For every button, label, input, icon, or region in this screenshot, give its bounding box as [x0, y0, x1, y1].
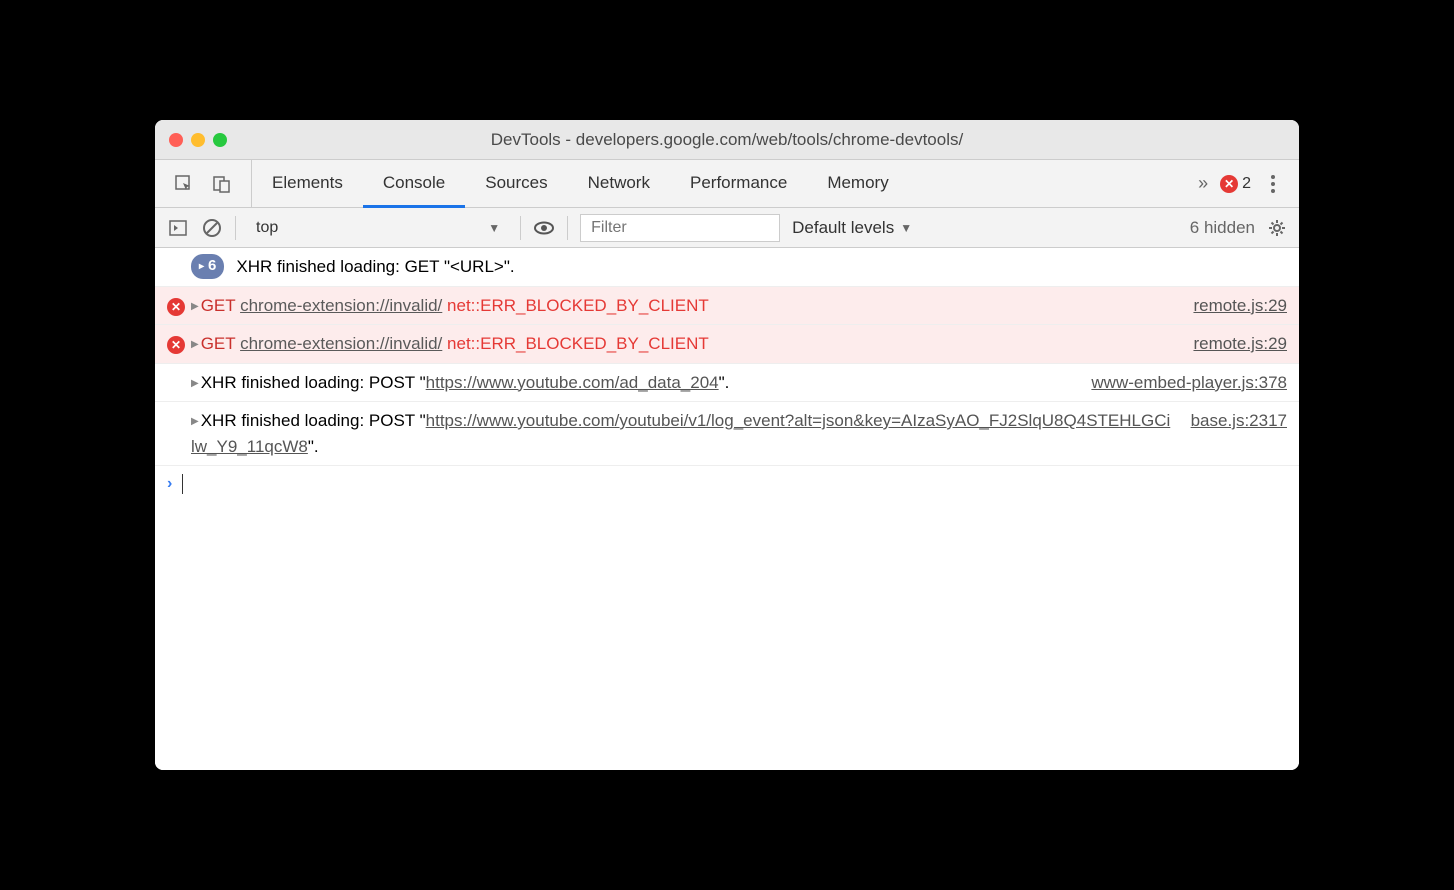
error-url: chrome-extension://invalid/ [240, 334, 442, 353]
live-expression-icon[interactable] [533, 217, 555, 239]
tabs-bar: Elements Console Sources Network Perform… [155, 160, 1299, 208]
tabs-right: » ✕ 2 [1198, 173, 1291, 194]
log-url: https://www.youtube.com/ad_data_204 [426, 373, 719, 392]
source-link[interactable]: www-embed-player.js:378 [1091, 370, 1287, 396]
expand-icon[interactable]: ▶ [191, 414, 199, 429]
repeat-count-badge: 6 [191, 254, 224, 279]
console-prompt[interactable]: › [155, 466, 1299, 502]
chevron-down-icon: ▼ [900, 221, 912, 235]
console-toolbar: top ▼ Default levels ▼ 6 hidden [155, 208, 1299, 248]
traffic-lights [169, 133, 227, 147]
tab-performance[interactable]: Performance [670, 160, 807, 208]
tab-network[interactable]: Network [568, 160, 670, 208]
tab-sources[interactable]: Sources [465, 160, 567, 208]
select-element-icon[interactable] [173, 173, 195, 195]
console-row[interactable]: ▶XHR finished loading: POST "https://www… [155, 402, 1299, 466]
settings-menu-icon[interactable] [1263, 175, 1283, 193]
toggle-sidebar-icon[interactable] [167, 217, 189, 239]
error-message: net::ERR_BLOCKED_BY_CLIENT [447, 296, 709, 315]
row-content: ▶GET chrome-extension://invalid/ net::ER… [191, 293, 1173, 319]
console-error-row[interactable]: ✕ ▶GET chrome-extension://invalid/ net::… [155, 325, 1299, 364]
divider [520, 216, 521, 240]
expand-icon[interactable]: ▶ [191, 299, 199, 314]
settings-icon[interactable] [1267, 218, 1287, 238]
log-prefix: XHR finished loading: POST " [201, 373, 426, 392]
error-count: 2 [1242, 175, 1251, 193]
maximize-window-button[interactable] [213, 133, 227, 147]
error-icon: ✕ [167, 298, 185, 316]
log-suffix: ". [308, 437, 319, 456]
row-icon: ✕ [167, 331, 191, 357]
row-content: ▶XHR finished loading: POST "https://www… [191, 370, 1071, 396]
http-method: GET [201, 296, 236, 315]
device-toggle-icon[interactable] [211, 173, 233, 195]
source-link[interactable]: base.js:2317 [1191, 408, 1287, 434]
prompt-icon: › [167, 475, 172, 493]
log-suffix: ". [719, 373, 730, 392]
tab-elements[interactable]: Elements [252, 160, 363, 208]
console-row[interactable]: ▶XHR finished loading: POST "https://www… [155, 364, 1299, 403]
tab-label: Network [588, 173, 650, 193]
console-output: 6 XHR finished loading: GET "<URL>". ✕ ▶… [155, 248, 1299, 770]
error-url: chrome-extension://invalid/ [240, 296, 442, 315]
chevron-down-icon: ▼ [488, 221, 500, 235]
minimize-window-button[interactable] [191, 133, 205, 147]
window-title: DevTools - developers.google.com/web/too… [491, 130, 963, 150]
tab-label: Elements [272, 173, 343, 193]
tab-label: Console [383, 173, 445, 193]
error-icon: ✕ [167, 336, 185, 354]
levels-label: Default levels [792, 218, 894, 238]
tab-label: Performance [690, 173, 787, 193]
divider [567, 216, 568, 240]
source-link[interactable]: remote.js:29 [1193, 331, 1287, 357]
close-window-button[interactable] [169, 133, 183, 147]
text-cursor [182, 474, 183, 494]
error-message: net::ERR_BLOCKED_BY_CLIENT [447, 334, 709, 353]
tab-console[interactable]: Console [363, 160, 465, 208]
row-text: XHR finished loading: GET "<URL>". [236, 254, 1287, 280]
context-selector[interactable]: top ▼ [248, 219, 508, 237]
row-content: ▶XHR finished loading: POST "https://www… [191, 408, 1171, 459]
error-icon: ✕ [1220, 175, 1238, 193]
expand-icon[interactable]: ▶ [191, 376, 199, 391]
log-levels-selector[interactable]: Default levels ▼ [792, 218, 912, 238]
http-method: GET [201, 334, 236, 353]
clear-console-icon[interactable] [201, 217, 223, 239]
inspect-tools [163, 160, 252, 207]
error-count-badge[interactable]: ✕ 2 [1220, 175, 1251, 193]
tab-label: Sources [485, 173, 547, 193]
tab-memory[interactable]: Memory [807, 160, 908, 208]
panel-tabs: Elements Console Sources Network Perform… [252, 160, 909, 207]
divider [235, 216, 236, 240]
console-error-row[interactable]: ✕ ▶GET chrome-extension://invalid/ net::… [155, 287, 1299, 326]
log-prefix: XHR finished loading: POST " [201, 411, 426, 430]
hidden-count[interactable]: 6 hidden [1190, 218, 1255, 238]
context-value: top [256, 219, 388, 237]
tab-label: Memory [827, 173, 888, 193]
row-icon: ✕ [167, 293, 191, 319]
more-tabs-icon[interactable]: » [1198, 173, 1208, 194]
console-row[interactable]: 6 XHR finished loading: GET "<URL>". [155, 248, 1299, 287]
source-link[interactable]: remote.js:29 [1193, 293, 1287, 319]
devtools-window: DevTools - developers.google.com/web/too… [155, 120, 1299, 770]
titlebar: DevTools - developers.google.com/web/too… [155, 120, 1299, 160]
expand-icon[interactable]: ▶ [191, 337, 199, 352]
filter-input[interactable] [580, 214, 780, 242]
row-content: ▶GET chrome-extension://invalid/ net::ER… [191, 331, 1173, 357]
